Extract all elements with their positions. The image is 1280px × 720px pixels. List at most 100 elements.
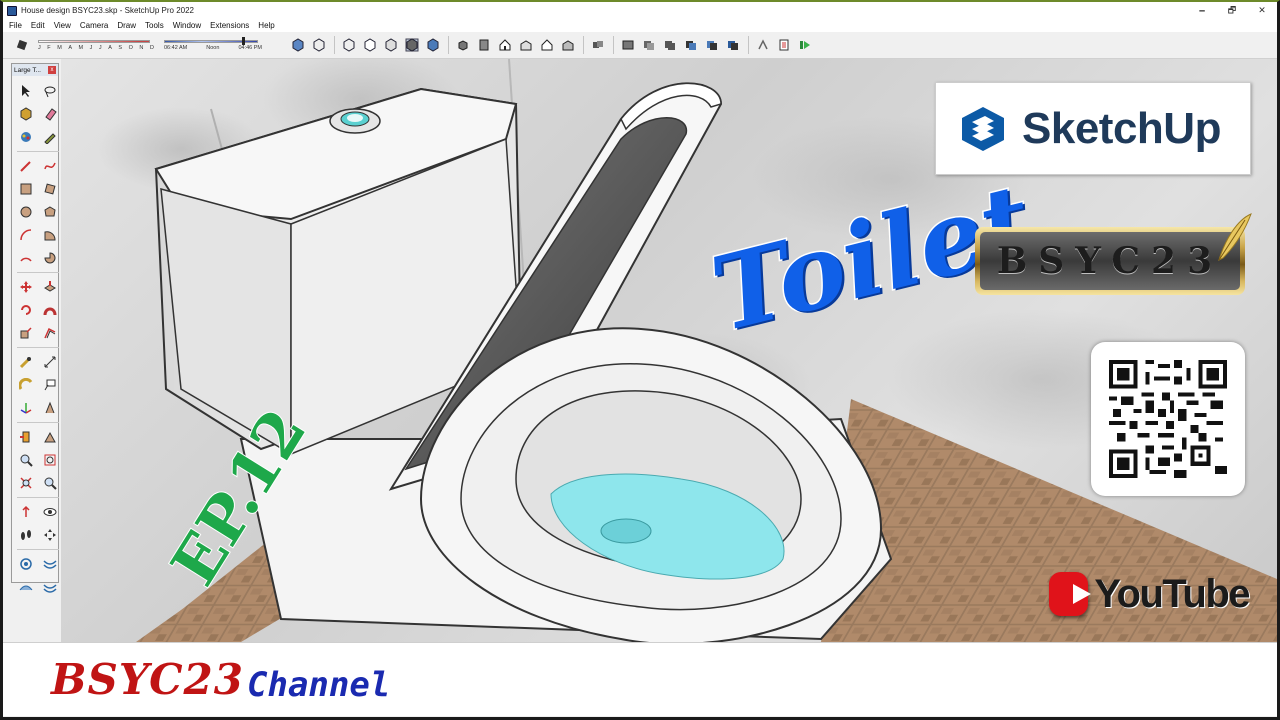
menu-file[interactable]: File — [9, 21, 22, 30]
shadow-time-slider[interactable]: 06:42 AM Noon 04:46 PM — [162, 35, 262, 55]
smoove-tool[interactable] — [17, 578, 35, 596]
hidden-line-button[interactable] — [362, 38, 377, 53]
wireframe-button[interactable] — [341, 38, 356, 53]
monochrome-button[interactable] — [425, 38, 440, 53]
arc-icon — [20, 229, 32, 241]
two-point-arc-tool[interactable] — [41, 226, 59, 244]
follow-me-tool[interactable] — [41, 301, 59, 319]
section-plane-tool[interactable] — [17, 428, 35, 446]
line-tool[interactable] — [17, 157, 35, 175]
component-icon — [592, 41, 603, 48]
shadows-icon — [16, 39, 27, 51]
sandbox-from-contours-tool[interactable] — [17, 555, 35, 573]
arc-tool[interactable] — [17, 226, 35, 244]
previous-view-tool[interactable] — [41, 474, 59, 492]
extension-warehouse-button[interactable] — [755, 38, 770, 53]
polygon-tool[interactable] — [41, 203, 59, 221]
offset-tool[interactable] — [41, 324, 59, 342]
menu-tools[interactable]: Tools — [145, 21, 164, 30]
zoom-extents-tool[interactable] — [17, 474, 35, 492]
make-component-button[interactable] — [590, 38, 605, 53]
wireframe-icon — [343, 38, 354, 52]
large-tool-set-palette: Large T... x — [11, 63, 59, 593]
close-button[interactable]: ✕ — [1247, 2, 1277, 19]
eraser-tool[interactable] — [41, 105, 59, 123]
stamp-tool[interactable] — [41, 578, 59, 596]
monochrome-icon — [427, 38, 438, 52]
make-component-tool[interactable] — [17, 105, 35, 123]
minimize-button[interactable]: 🗕 — [1187, 2, 1217, 19]
three-point-arc-tool[interactable] — [17, 249, 35, 267]
menu-view[interactable]: View — [54, 21, 71, 30]
push-pull-tool[interactable] — [41, 278, 59, 296]
menu-edit[interactable]: Edit — [31, 21, 45, 30]
back-view-button[interactable] — [539, 38, 554, 53]
solid-outer-shell-button[interactable] — [620, 38, 635, 53]
eye-icon — [43, 508, 57, 516]
scale-tool[interactable] — [17, 324, 35, 342]
palette-header: Large T... x — [12, 64, 58, 76]
walk-tool[interactable] — [17, 526, 35, 544]
menu-help[interactable]: Help — [258, 21, 274, 30]
3d-text-tool[interactable] — [41, 399, 59, 417]
shadow-date-slider[interactable]: J F M A M J J A S O N D — [36, 35, 154, 55]
select-tool[interactable] — [17, 82, 35, 100]
3d-text-icon — [45, 401, 55, 414]
top-view-button[interactable] — [476, 38, 491, 53]
rectangle-tool[interactable] — [17, 180, 35, 198]
paint-bucket-tool[interactable] — [17, 128, 35, 146]
solid-subtract-button[interactable] — [683, 38, 698, 53]
circle-tool[interactable] — [17, 203, 35, 221]
shaded-textures-button[interactable] — [404, 38, 419, 53]
look-around-tool[interactable] — [41, 503, 59, 521]
solid-intersect-button[interactable] — [641, 38, 656, 53]
protractor-tool[interactable] — [17, 376, 35, 394]
menu-draw[interactable]: Draw — [117, 21, 136, 30]
iso-view-icon — [458, 40, 467, 51]
xray-button[interactable] — [290, 38, 305, 53]
sketchup-wordmark: SketchUp — [1022, 103, 1221, 153]
solid-split-button[interactable] — [725, 38, 740, 53]
rotated-rectangle-tool[interactable] — [41, 180, 59, 198]
zoom-tool[interactable] — [17, 451, 35, 469]
front-view-button[interactable] — [497, 38, 512, 53]
palette-close-button[interactable]: x — [48, 66, 56, 74]
model-info-button[interactable] — [776, 38, 791, 53]
solid-union-button[interactable] — [662, 38, 677, 53]
section-fill-tool[interactable] — [41, 428, 59, 446]
zoom-window-tool[interactable] — [41, 451, 59, 469]
rotate-tool[interactable] — [17, 301, 35, 319]
sandbox-from-scratch-tool[interactable] — [41, 555, 59, 573]
menu-extensions[interactable]: Extensions — [210, 21, 249, 30]
sketchup-logo-card: SketchUp — [935, 82, 1251, 175]
youtube-play-icon — [1049, 572, 1092, 616]
tape-measure-tool[interactable] — [17, 353, 35, 371]
shadows-toggle-button[interactable] — [15, 38, 30, 53]
position-camera-tool[interactable] — [17, 503, 35, 521]
pan-tool[interactable] — [41, 526, 59, 544]
iso-view-button[interactable] — [455, 38, 470, 53]
solid-trim-button[interactable] — [704, 38, 719, 53]
dimension-icon — [44, 356, 56, 368]
send-to-layout-button[interactable] — [797, 38, 812, 53]
left-view-button[interactable] — [560, 38, 575, 53]
axes-tool[interactable] — [17, 399, 35, 417]
lasso-tool[interactable] — [41, 82, 59, 100]
restore-button[interactable]: 🗗 — [1217, 2, 1247, 19]
tool-grid — [12, 76, 59, 596]
back-edges-button[interactable] — [311, 38, 326, 53]
menu-window[interactable]: Window — [173, 21, 201, 30]
shaded-button[interactable] — [383, 38, 398, 53]
time-slider-thumb[interactable] — [242, 37, 245, 45]
text-tool[interactable] — [41, 376, 59, 394]
move-tool[interactable] — [17, 278, 35, 296]
freehand-tool[interactable] — [41, 157, 59, 175]
paint-bucket-icon — [21, 132, 31, 142]
pie-tool[interactable] — [41, 249, 59, 267]
tag-tool[interactable] — [41, 128, 59, 146]
right-view-button[interactable] — [518, 38, 533, 53]
solid-intersect-icon — [643, 41, 654, 50]
follow-me-icon — [43, 307, 57, 316]
dimension-tool[interactable] — [41, 353, 59, 371]
menu-camera[interactable]: Camera — [80, 21, 108, 30]
